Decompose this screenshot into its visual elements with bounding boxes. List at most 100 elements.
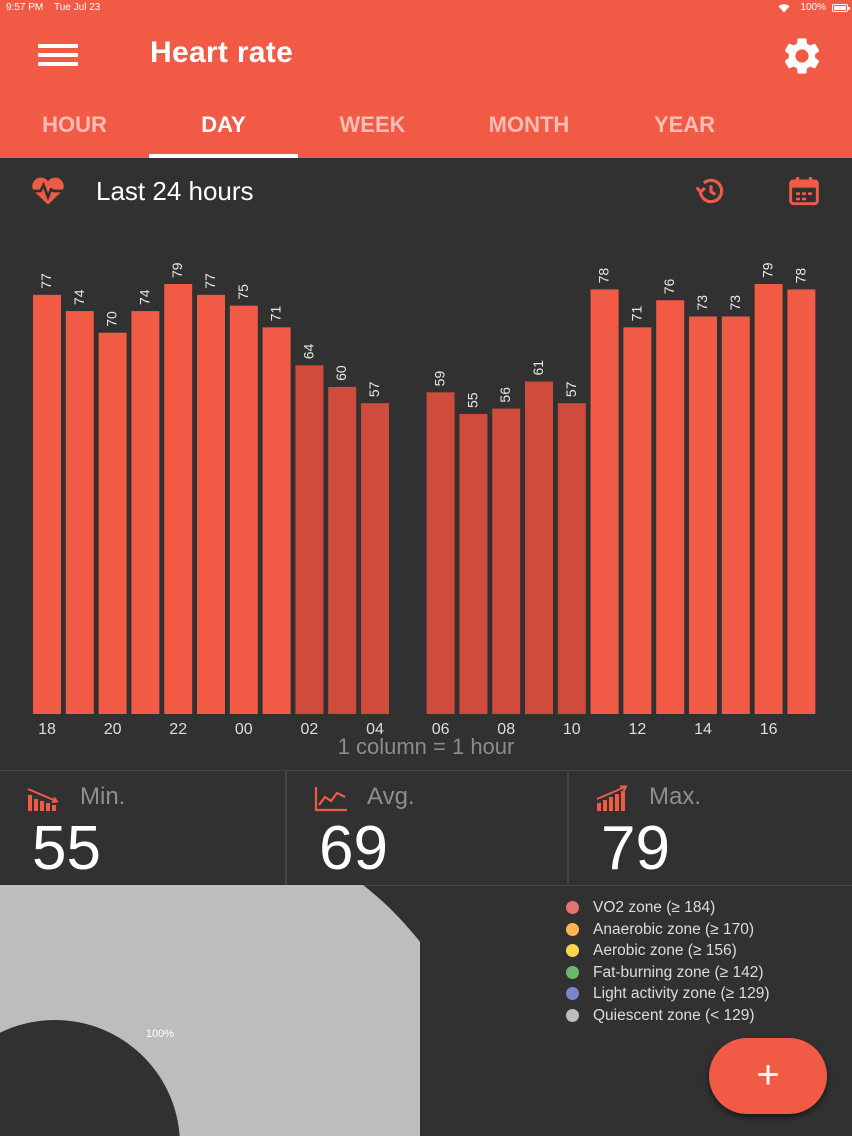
stat-max-label: Max. [649,783,702,810]
status-date: Tue Jul 23 [54,2,101,13]
chart-bar [164,284,193,714]
chart-caption: 1 column = 1 hour [337,734,515,759]
legend-item: Anaerobic zone (≥ 170) [566,921,770,943]
wifi-icon [778,4,790,13]
bar-value-label: 75 [235,284,251,300]
chart-bar [459,414,488,714]
heart-pulse-icon [31,177,65,205]
calendar-icon[interactable] [788,176,820,206]
status-bar: 9:57 PM Tue Jul 23 100% [0,0,852,16]
add-button[interactable]: + [709,1038,827,1114]
legend-dot [566,1008,579,1022]
status-time: 9:57 PM [6,2,44,13]
tab-hour[interactable]: HOUR [0,108,149,158]
stat-max-value: 79 [601,814,670,883]
stats-panel: Min. 55 Avg. 69 Max. 79 [0,770,852,886]
bars-ascending-icon [596,785,628,811]
zones-legend: VO2 zone (≥ 184) Anaerobic zone (≥ 170) … [566,899,770,1028]
section-header: Last 24 hours [0,158,852,224]
stat-min: Min. 55 [0,771,284,885]
chart-bar [229,305,258,714]
chart-bar [557,403,586,714]
bar-value-label: 71 [268,306,284,322]
bar-value-label: 78 [792,268,808,284]
chart-bar [492,408,521,714]
bar-value-label: 77 [202,273,218,289]
bar-value-label: 57 [366,381,382,397]
chart-bar [197,294,225,714]
stat-avg-label: Avg. [367,783,415,810]
chart-bar [721,316,750,714]
page-title: Heart rate [150,36,294,69]
bar-value-label: 71 [628,306,644,322]
legend-item: Fat-burning zone (≥ 142) [566,964,770,986]
legend-item: Quiescent zone (< 129) [566,1007,770,1029]
history-icon[interactable] [694,174,728,208]
chart-bar [689,316,717,714]
legend-item: VO2 zone (≥ 184) [566,899,770,921]
hamburger-menu-icon[interactable] [38,42,78,68]
chart-bar [525,381,553,714]
app-bar: Heart rate HOUR DAY WEEK MONTH YEAR [0,16,852,158]
tab-week[interactable]: WEEK [298,108,447,158]
chart-bar [656,300,685,714]
chart-bar [787,289,816,714]
bar-value-label: 56 [497,387,513,403]
bar-value-label: 61 [530,360,546,376]
bar-value-label: 79 [169,262,185,278]
legend-dot [566,901,579,914]
legend-item: Light activity zone (≥ 129) [566,985,770,1007]
gear-icon[interactable] [780,34,824,78]
bar-value-label: 79 [760,262,776,278]
bar-value-label: 76 [661,278,677,294]
donut-percent-label: 100% [146,1028,174,1040]
tab-day[interactable]: DAY [149,108,298,158]
battery-percent: 100% [800,2,826,13]
bar-value-label: 60 [333,365,349,381]
bar-chart-svg: 77 74 70 74 79 77 75 71 64 60 57 59 55 56 61 57 78 71 76 73… [33,262,816,738]
stat-max: Max. 79 [567,771,852,885]
legend-item: Aerobic zone (≥ 156) [566,942,770,964]
tab-year[interactable]: YEAR [610,108,759,158]
chart-bar [328,386,357,714]
chart-bar [262,327,291,714]
chart-bar [33,294,61,714]
chart-bar [295,365,324,714]
period-tabs: HOUR DAY WEEK MONTH YEAR [0,108,852,158]
bar-value-label: 73 [727,295,743,311]
chart-bar [361,403,389,714]
stat-avg: Avg. 69 [285,771,569,885]
plus-icon: + [756,1053,780,1097]
chart-bar [426,392,455,714]
tab-month[interactable]: MONTH [452,108,606,158]
bar-value-label: 70 [104,311,120,327]
bar-value-label: 74 [71,289,87,305]
bar-value-label: 73 [694,295,710,311]
stat-min-value: 55 [32,814,101,883]
chart-bar [623,327,652,714]
legend-dot [566,944,579,957]
line-chart-icon [314,787,347,812]
bars-descending-icon [27,788,59,811]
bar-value-label: 64 [300,343,316,359]
chart-bar [131,311,160,714]
bar-value-label: 59 [432,371,448,387]
legend-dot [566,965,579,979]
battery-icon [832,4,850,12]
chart-bar [65,311,94,714]
bar-value-label: 74 [136,289,152,305]
heart-rate-chart: 77 74 70 74 79 77 75 71 64 60 57 59 55 56 61 57 78 71 76 73… [0,230,852,770]
legend-dot [566,922,579,936]
donut-slice-quiescent [0,885,420,1136]
chart-bar [754,284,783,714]
bar-value-label: 77 [38,273,54,289]
zones-donut-chart: 100% [0,885,420,1136]
bar-value-label: 78 [596,268,612,284]
chart-bar [590,289,619,714]
stat-avg-value: 69 [319,814,388,883]
bar-value-label: 55 [464,392,480,408]
section-title: Last 24 hours [96,176,254,206]
chart-bar [98,332,127,714]
bar-value-label: 57 [563,381,579,397]
stat-min-label: Min. [80,783,126,810]
